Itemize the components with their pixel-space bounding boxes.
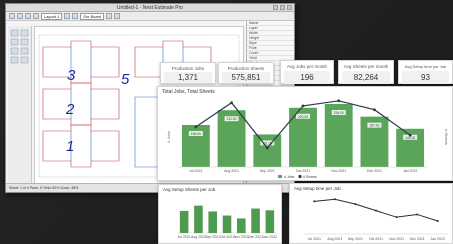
x-tick-label: Sep 2021 — [260, 169, 275, 173]
x-tick-label: Jul 2021 — [189, 169, 202, 173]
data-label: 211.00 — [227, 117, 237, 121]
sheets-point — [337, 99, 341, 103]
close-button[interactable] — [287, 5, 292, 10]
x-tick-label: Nov 2021 — [331, 169, 346, 173]
kpi-value: 575,851 — [222, 72, 270, 83]
sheets-point — [265, 146, 269, 150]
kpi-value: 1,371 — [164, 72, 212, 83]
kpi-card[interactable]: Avg Jobs per month 196 — [280, 60, 334, 84]
line-point — [375, 209, 377, 212]
sheets-point — [373, 108, 376, 112]
kpi-card[interactable]: Production Jobs 1,371 — [160, 62, 216, 84]
jobs-sheets-chart: # Jobs # Sheets 156.00211.00121.00220.00… — [166, 99, 449, 179]
setup-time-chart: Jul 2021 Aug 2021 Sep 2021 Oct 2021 Nov 2021… — [304, 198, 448, 241]
x-tick-label: Sep 2021 — [205, 235, 220, 239]
x-tick-label: Sep 2021 — [348, 237, 363, 241]
panel-number: 2 — [66, 101, 75, 118]
pan-icon[interactable] — [72, 13, 79, 19]
window-titlebar: Untitled-1 - Nest Estimate Pro — [6, 4, 294, 12]
kpi-card[interactable]: Avg Setup time per Job (minutes) 93 — [398, 60, 453, 84]
legend-swatch-sheets — [298, 174, 302, 179]
x-tick-label: Oct 2021 — [296, 169, 310, 173]
x-tick-label: Dec 2021 — [367, 169, 382, 173]
bar — [237, 218, 246, 233]
minimize-button[interactable] — [273, 5, 278, 10]
kpi-label: Avg Sheets per month — [343, 64, 389, 69]
x-tick-label: Dec 2021 — [248, 235, 263, 239]
panel-number: 3 — [67, 67, 76, 84]
line-point — [436, 219, 439, 222]
legend-jobs: # Jobs — [284, 175, 295, 179]
new-icon[interactable] — [9, 13, 15, 19]
setup-time-chart-card[interactable]: Avg Setup time per Job Jul 2021 Aug 2021 S… — [289, 183, 453, 244]
bar — [253, 134, 282, 167]
line-point — [354, 203, 357, 206]
kpi-card[interactable]: Production Sheets 575,851 — [218, 62, 274, 84]
x-tick-label: Oct 2021 — [220, 235, 234, 239]
line-point — [395, 216, 398, 219]
x-tick-label: Nov 2021 — [389, 237, 404, 241]
kpi-value: 93 — [402, 71, 449, 84]
tool-palette-icons[interactable] — [8, 26, 32, 184]
view-select[interactable]: Die Board — [80, 12, 105, 20]
bar — [208, 211, 217, 233]
x-tick-label: Jul 2021 — [178, 235, 191, 239]
line-point — [333, 198, 336, 201]
window-controls — [273, 5, 292, 10]
panel-number: 5 — [121, 71, 130, 88]
setup-sheets-chart-card[interactable]: Avg Setup Sheets per Job Jul 2021 Aug 202… — [158, 184, 282, 244]
x-tick-label: Oct 2021 — [369, 237, 383, 241]
data-label: 156.00 — [191, 132, 201, 136]
kpi-label: Production Jobs — [171, 66, 205, 71]
sheets-point — [408, 133, 412, 137]
data-label: 187.00 — [369, 124, 379, 128]
cad-toolbar: Layout 1 Die Board — [6, 12, 294, 21]
x-tick-label: Dec 2021 — [410, 237, 425, 241]
line-point — [313, 200, 316, 203]
window-title: Untitled-1 - Nest Estimate Pro — [116, 5, 184, 11]
data-label: 234.00 — [334, 111, 344, 115]
panel-number: 1 — [66, 138, 75, 155]
kpi-value: 82,264 — [342, 71, 390, 84]
x-tick-label: Aug 2021 — [224, 169, 239, 173]
setup-sheets-chart: Jul 2021 Aug 2021 Sep 2021 Oct 2021 Nov 2021… — [177, 205, 277, 239]
kpi-label: Production Sheets — [227, 66, 265, 71]
x-tick-label: Jan 2022 — [263, 235, 277, 239]
tool-palette — [8, 26, 32, 184]
bar — [194, 205, 203, 233]
kpi-card[interactable]: Avg Sheets per month 82,264 — [338, 60, 394, 84]
legend-swatch-jobs — [278, 175, 282, 178]
help-icon[interactable] — [114, 13, 121, 19]
kpi-label: Avg Jobs per month — [287, 64, 327, 69]
y-axis-label: # Jobs — [166, 131, 171, 143]
jobs-sheets-chart-card[interactable]: Total Jobs, Total Sheets # Jobs # Sheets… — [157, 86, 453, 181]
y2-axis-label: # Sheets — [444, 129, 449, 145]
bar — [251, 208, 260, 233]
legend-sheets: # Sheets — [303, 175, 317, 179]
layout-select[interactable]: Layout 1 — [41, 12, 63, 20]
bar — [222, 215, 232, 233]
zoom-icon[interactable] — [64, 13, 71, 19]
x-tick-label: Jan 2022 — [403, 169, 417, 173]
sheets-point — [230, 101, 233, 105]
kpi-value: 196 — [284, 71, 330, 84]
screenshot-stage: Untitled-1 - Nest Estimate Pro Layout 1 … — [0, 0, 453, 244]
x-tick-label: Aug 2021 — [191, 235, 206, 239]
bar — [265, 210, 275, 233]
bar — [179, 210, 189, 233]
x-tick-label: Jul 2021 — [308, 237, 321, 241]
settings-icon[interactable] — [106, 13, 113, 19]
open-icon[interactable] — [17, 13, 23, 19]
x-tick-label: Nov 2021 — [234, 235, 249, 239]
sheets-point — [194, 125, 198, 129]
x-tick-label: Aug 2021 — [327, 237, 342, 241]
save-icon[interactable] — [25, 13, 31, 19]
print-icon[interactable] — [33, 13, 39, 19]
line-point — [416, 213, 419, 216]
data-label: 220.00 — [298, 115, 308, 119]
maximize-button[interactable] — [280, 5, 285, 10]
x-tick-label: Jan 2022 — [431, 237, 445, 241]
sheets-point — [301, 104, 305, 108]
